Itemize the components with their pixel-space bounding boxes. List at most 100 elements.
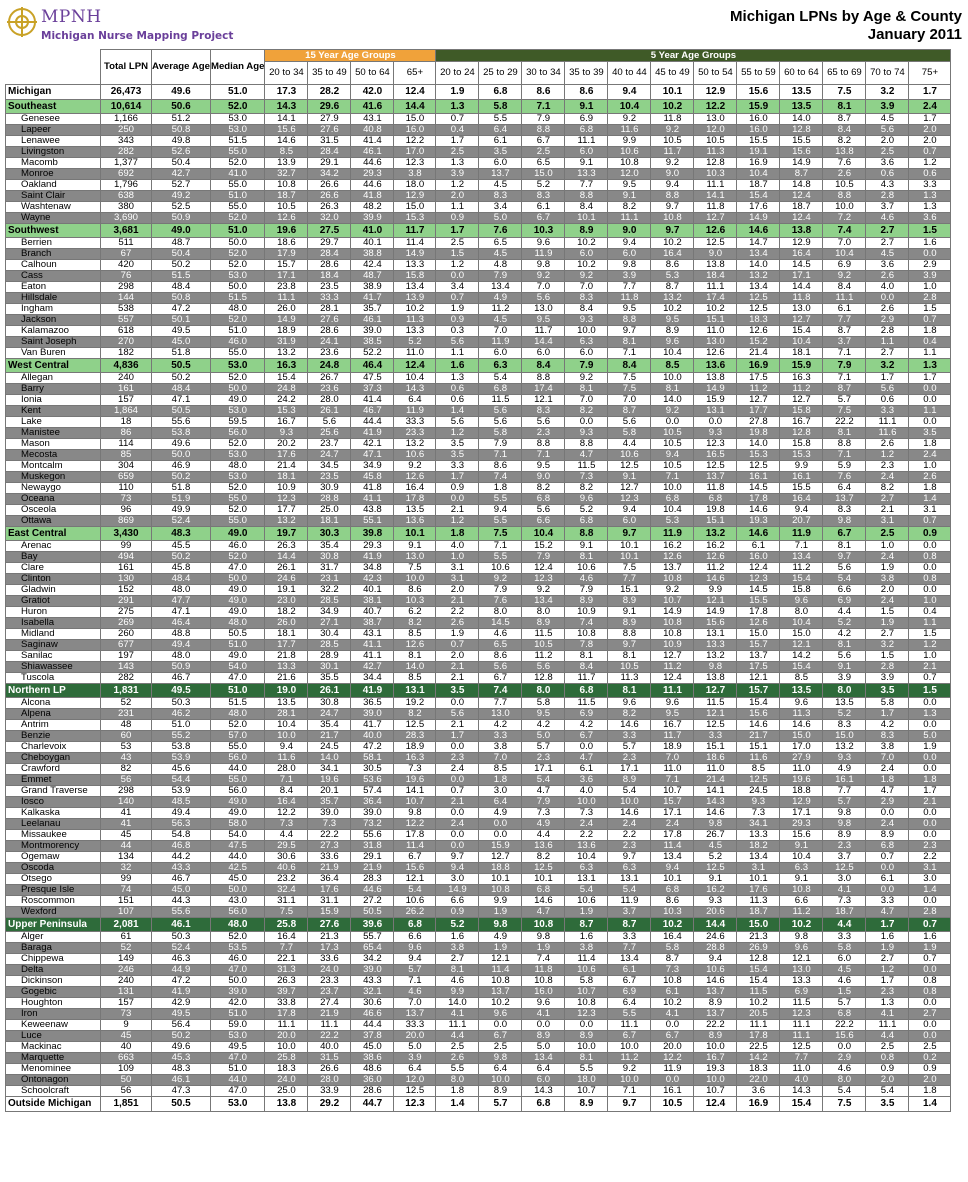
cell: 41.4 [350, 394, 395, 406]
cell: 33.8 [264, 997, 309, 1009]
cell: 50.4 [151, 248, 211, 260]
cell: 4.5 [478, 179, 523, 191]
cell: 11.5 [564, 697, 609, 709]
cell: 21.9 [350, 862, 395, 874]
county-row: Gladwin 152 48.0 49.0 19.1 32.2 40.1 8.6 2.0 7.9 9… [5, 584, 952, 596]
cell: 16.0 [393, 124, 437, 136]
cell: 13.5 [393, 504, 437, 516]
cell: 19.3 [736, 515, 781, 527]
row-label: Houghton [5, 997, 101, 1009]
cell: 4.1 [521, 1008, 566, 1020]
cell: 12.1 [393, 873, 437, 885]
cell: 15.0 [736, 917, 781, 932]
cell: 4.7 [865, 785, 910, 797]
cell: 8.7 [650, 953, 695, 965]
cell: 5.8 [521, 697, 566, 709]
cell: 33.9 [307, 1085, 352, 1097]
county-row: Antrim 48 51.0 52.0 10.4 35.4 41.7 12.5 2.1 4.2 4.… [5, 719, 952, 731]
county-row: Manistee 86 53.8 56.0 9.3 25.6 41.9 23.3 1.2 5.8 2… [5, 427, 952, 439]
cell: 39.0 [350, 964, 395, 976]
cell: 5.8 [478, 427, 523, 439]
cell: 9.6 [779, 595, 824, 607]
cell: 34.4 [350, 672, 395, 684]
cell: 55.6 [151, 416, 211, 428]
cell: 12.8 [521, 672, 566, 684]
cell: 52.5 [151, 201, 211, 213]
cell: 1.0 [908, 460, 952, 472]
cell: 5.9 [822, 460, 867, 472]
cell: 14.4 [521, 336, 566, 348]
cell: 15.6 [736, 84, 781, 100]
corner-blank-2 [6, 62, 101, 85]
cell: 8.1 [822, 427, 867, 439]
col-median-age: Median Age [209, 49, 266, 85]
cell: 16.4 [779, 248, 824, 260]
cell: 28.8 [693, 942, 738, 954]
cell: 12.9 [779, 237, 824, 249]
cell: 23.1 [307, 573, 352, 585]
cell: 23.6 [307, 383, 352, 395]
cell: 15.7 [736, 683, 781, 698]
cell: 13.8 [779, 223, 824, 238]
cell: 7.7 [822, 785, 867, 797]
cell: 38.9 [350, 281, 395, 293]
cell: 1.8 [478, 482, 523, 494]
cell: 10.4 [393, 372, 437, 384]
cell: 538 [100, 303, 152, 315]
cell: 8.8 [521, 124, 566, 136]
cell: 41.1 [350, 639, 395, 651]
cell: 7.9 [564, 358, 609, 373]
cell: 5.4 [822, 573, 867, 585]
cell: 13.7 [478, 168, 523, 180]
cell: 11.1 [650, 683, 695, 698]
cell: 5.3 [650, 515, 695, 527]
cell: 18.9 [650, 741, 695, 753]
cell: 14.4 [393, 99, 437, 114]
cell: 12.7 [478, 851, 523, 863]
cell: 8.9 [521, 617, 566, 629]
cell: 3.9 [822, 672, 867, 684]
cell: 12.6 [736, 325, 781, 337]
cell: 2.5 [435, 237, 480, 249]
cell: 45.0 [151, 336, 211, 348]
cell: 11.1 [865, 1019, 910, 1031]
cell: 11.5 [564, 460, 609, 472]
cell: 4.6 [822, 975, 867, 987]
cell: 29.1 [350, 851, 395, 863]
row-label: Alpena [5, 708, 101, 720]
cell: 16.4 [650, 931, 695, 943]
cell: 54.8 [151, 829, 211, 841]
cell: 5.5 [478, 493, 523, 505]
cell: 25.0 [264, 1085, 309, 1097]
county-row: Keweenaw 9 56.4 59.0 11.1 11.1 44.4 33.3 11.1 0.0… [5, 1019, 952, 1031]
cell: 18.3 [264, 1063, 309, 1075]
cell: 2.0 [908, 135, 952, 147]
cell: 5.4 [521, 774, 566, 786]
cell: 2.1 [435, 672, 480, 684]
cell: 10.7 [650, 595, 695, 607]
cell: 49.5 [209, 1041, 266, 1053]
cell: 13.7 [478, 986, 523, 998]
cell: 5.7 [822, 796, 867, 808]
table-body: Michigan 26,473 49.6 51.0 17.3 28.2 42.0 12.4 1.… [5, 84, 952, 1112]
cell: 10.8 [564, 997, 609, 1009]
cell: 10.0 [564, 1041, 609, 1053]
cell: 10.2 [650, 917, 695, 932]
cell: 10.4 [779, 851, 824, 863]
cell: 12.2 [393, 135, 437, 147]
cell: 17.1 [779, 270, 824, 282]
row-label: Montmorency [5, 840, 101, 852]
cell: 11.8 [607, 292, 652, 304]
cell: 4.6 [865, 212, 910, 224]
cell: 7.3 [307, 818, 352, 830]
cell: 14.3 [521, 1085, 566, 1097]
county-row: Mackinac 40 49.6 49.5 10.0 40.0 45.0 5.0 2.5 2.5 5… [5, 1041, 952, 1053]
cell: 10.9 [564, 606, 609, 618]
cell: 21.7 [307, 730, 352, 742]
county-row: Eaton 298 48.4 50.0 23.8 23.5 38.9 13.4 3.4 13.4 7… [5, 281, 952, 293]
cell: 16.0 [521, 986, 566, 998]
cell: 13.0 [478, 708, 523, 720]
cell: 13.4 [736, 851, 781, 863]
cell: 23.0 [264, 595, 309, 607]
cell: 52.4 [151, 515, 211, 527]
